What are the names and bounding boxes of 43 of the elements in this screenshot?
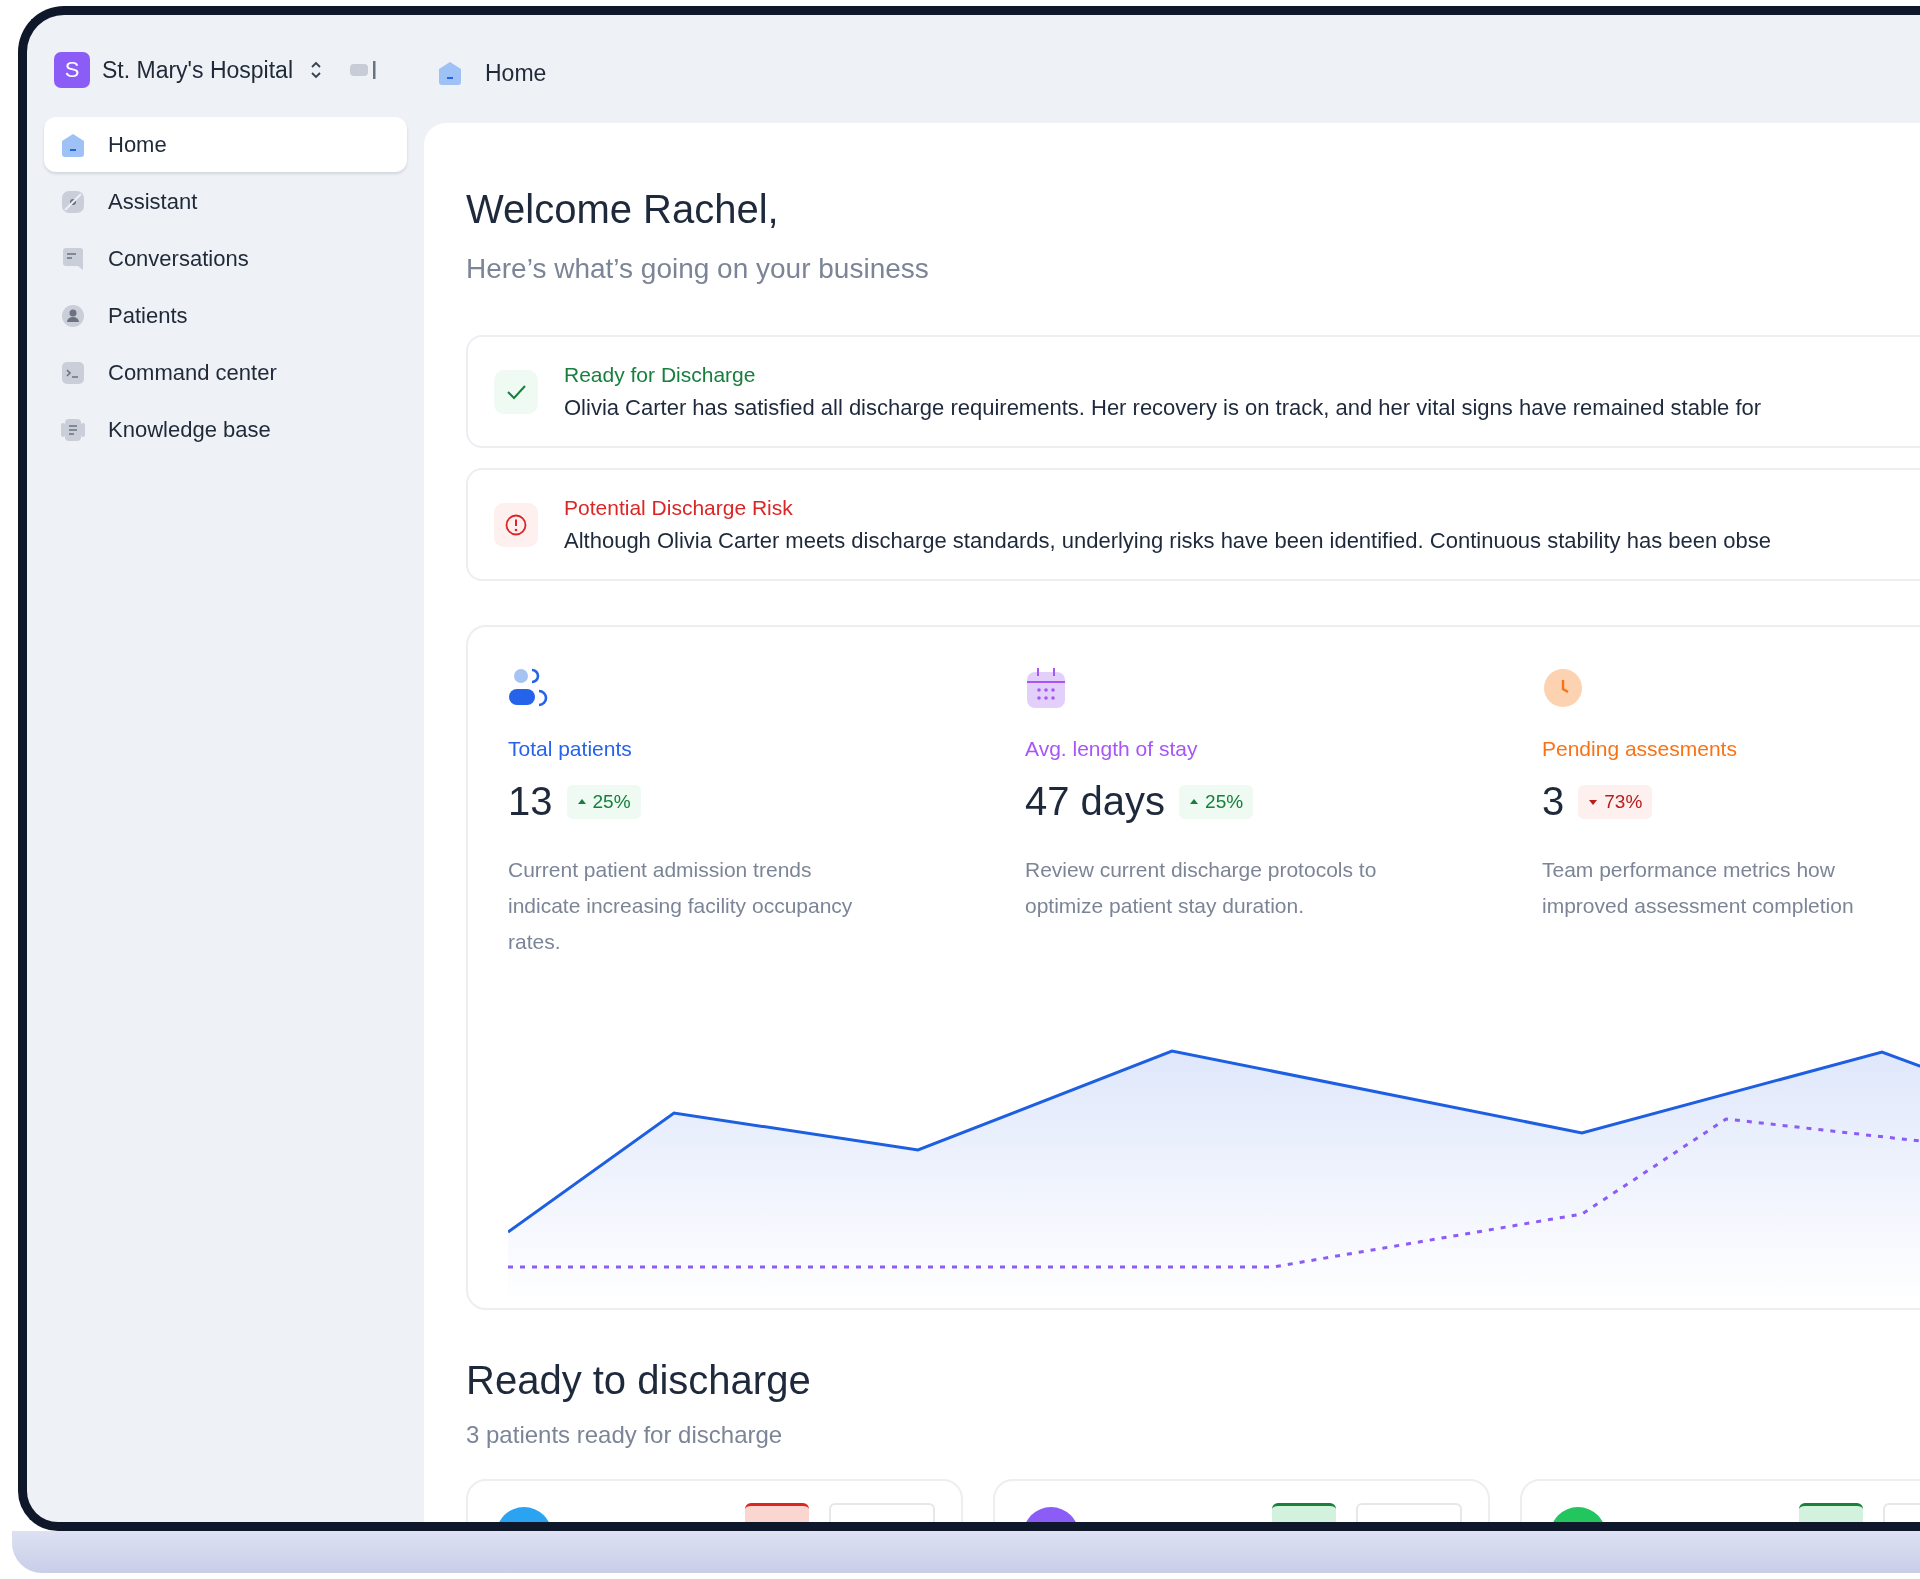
chat-icon (60, 245, 86, 272)
calendar-icon (1025, 667, 1067, 709)
section-title: Ready to discharge (466, 1358, 812, 1403)
change-badge: 25% (1179, 784, 1254, 819)
clock-icon (1542, 667, 1584, 709)
sidebar-item[interactable]: Assistant (44, 174, 407, 229)
sidebar-item[interactable]: Conversations (44, 231, 407, 286)
stat-label: Total patients (508, 737, 632, 761)
change-badge: 73% (1578, 784, 1653, 819)
stat-label: Pending assesments (1542, 737, 1737, 761)
sidebar-item[interactable]: Patients (44, 288, 407, 343)
home-icon (60, 131, 86, 158)
sidebar-item[interactable]: Knowledge base (44, 402, 407, 457)
stat-value: 47 days (1025, 779, 1166, 824)
book-icon (60, 416, 86, 443)
stat-value: 3 (1542, 779, 1565, 824)
page-title: Welcome Rachel, (466, 186, 780, 233)
alert-title: Potential Discharge Risk (564, 495, 794, 520)
check-icon (494, 369, 538, 414)
sidebar-toggle-icon[interactable] (349, 60, 377, 80)
change-badge: 25% (566, 784, 641, 819)
chevron-up-down-icon[interactable] (309, 60, 323, 80)
sidebar-item[interactable]: Home (44, 117, 407, 172)
assistant-icon (60, 188, 86, 215)
terminal-icon (60, 359, 86, 386)
stat-value: 13 (508, 779, 553, 824)
organization-logo: S (54, 52, 90, 88)
home-icon (437, 60, 463, 86)
alert-message: Although Olivia Carter meets discharge standards, underlying risks have been identified. Continuous stability has been obse (564, 527, 1772, 554)
alert-message: Olivia Carter has satisfied all discharge requirements. Her recovery is on track, and her vital signs have remained stable for (564, 394, 1762, 421)
warning-icon (494, 502, 538, 547)
page-subtitle: Here’s what’s going on your business (466, 253, 930, 285)
stat-description: Review current discharge protocols to optimize patient stay duration. (1025, 857, 1378, 919)
section-subtitle: 3 patients ready for discharge (466, 1421, 784, 1449)
stat-description: Team performance metrics how improved assessment completion (1542, 857, 1855, 919)
alert-title: Ready for Discharge (564, 362, 757, 387)
stat-description: Current patient admission trends indicate increasing facility occupancy rates. (508, 857, 854, 955)
user-icon (60, 302, 86, 329)
stat-label: Avg. length of stay (1025, 737, 1198, 761)
organization-name[interactable]: St. Mary's Hospital (102, 56, 293, 84)
sidebar-item[interactable]: Command center (44, 345, 407, 400)
breadcrumb-item[interactable]: Home (485, 59, 547, 87)
users-icon (508, 667, 550, 709)
